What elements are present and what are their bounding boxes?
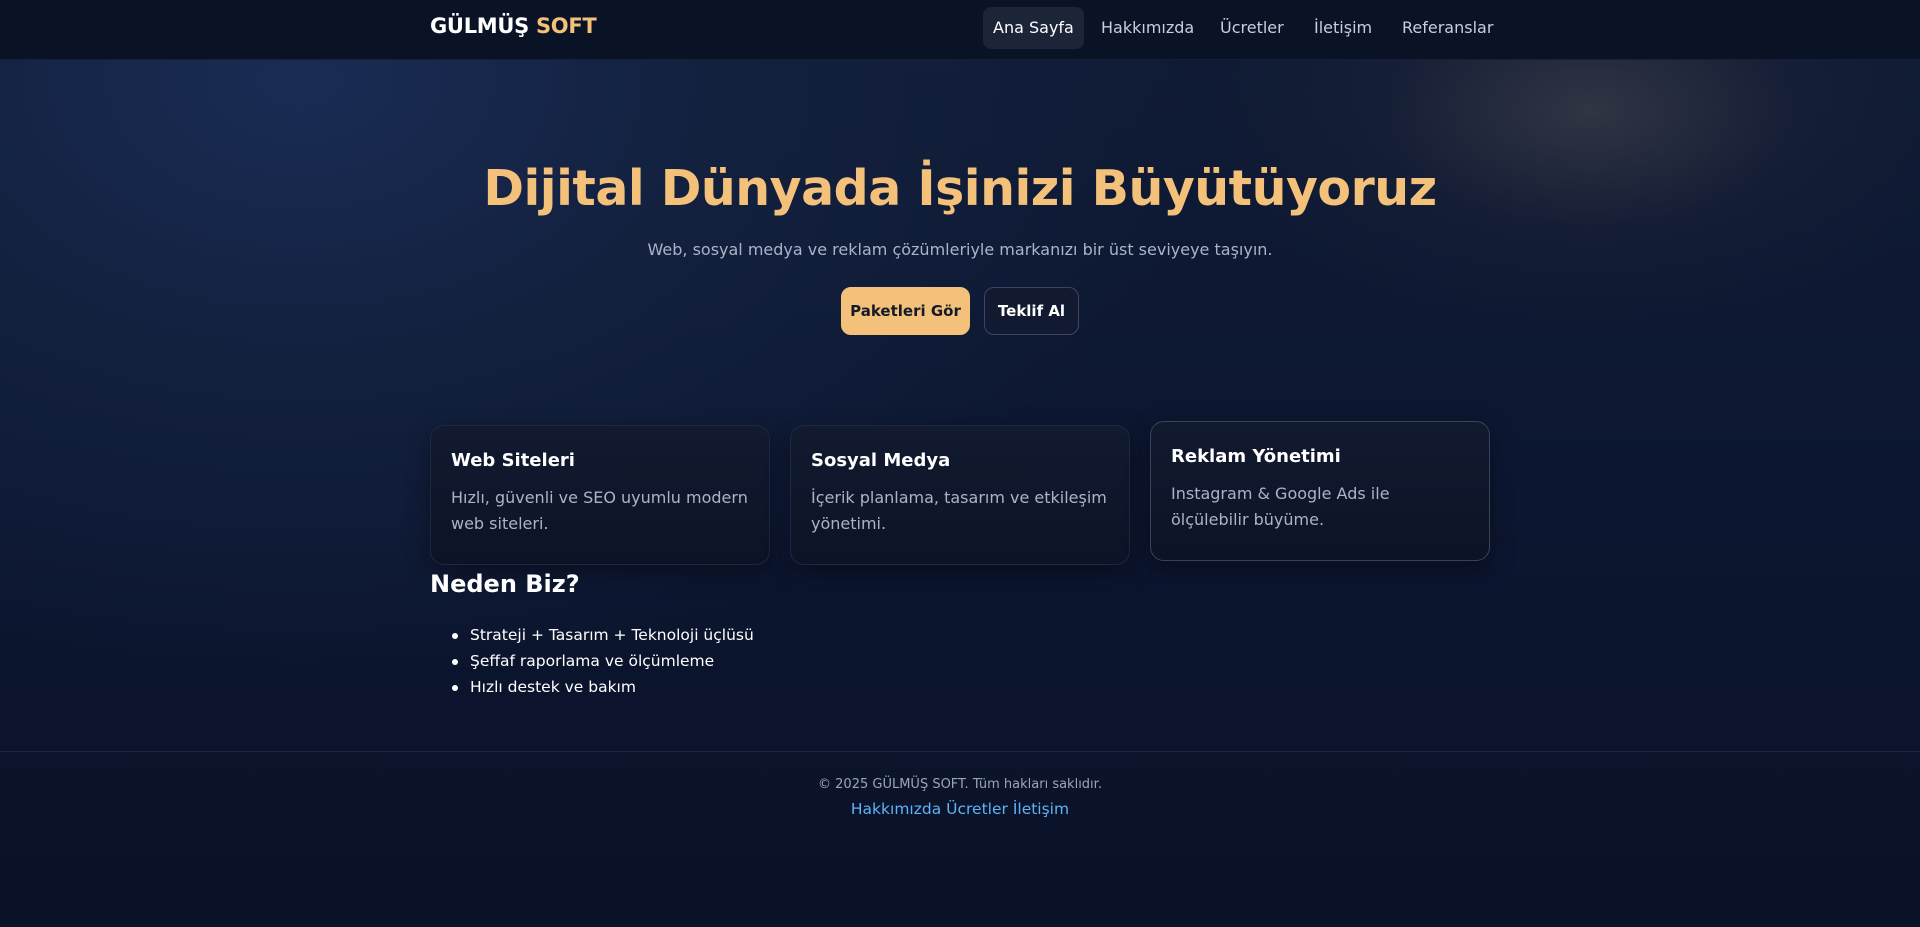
service-card-ads[interactable]: Reklam Yönetimi Instagram & Google Ads i… [1150, 421, 1490, 561]
service-card-social[interactable]: Sosyal Medya İçerik planlama, tasarım ve… [790, 425, 1130, 565]
nav-item-references[interactable]: Referanslar [1392, 7, 1503, 49]
main-nav: Ana Sayfa Hakkımızda Ücretler İletişim R… [0, 7, 1920, 49]
footer-link-pricing[interactable]: Ücretler [946, 800, 1008, 818]
list-item: Şeffaf raporlama ve ölçümleme [452, 648, 754, 674]
card-description: Hızlı, güvenli ve SEO uyumlu modern web … [451, 488, 748, 533]
card-description: Instagram & Google Ads ile ölçülebilir b… [1171, 484, 1390, 529]
nav-item-pricing[interactable]: Ücretler [1210, 7, 1294, 49]
nav-item-home[interactable]: Ana Sayfa [983, 7, 1084, 49]
card-description: İçerik planlama, tasarım ve etkileşim yö… [811, 488, 1107, 533]
footer-link-about[interactable]: Hakkımızda [851, 800, 941, 818]
why-us-heading: Neden Biz? [430, 570, 580, 598]
footer-links: Hakkımızda Ücretler İletişim [0, 800, 1920, 818]
card-title: Web Siteleri [451, 450, 575, 471]
hero-title: Dijital Dünyada İşinizi Büyütüyoruz [483, 160, 1437, 217]
nav-item-about[interactable]: Hakkımızda [1091, 7, 1204, 49]
list-item: Strateji + Tasarım + Teknoloji üçlüsü [452, 622, 754, 648]
hero-subtitle: Web, sosyal medya ve reklam çözümleriyle… [647, 240, 1273, 259]
footer-link-contact[interactable]: İletişim [1013, 800, 1069, 818]
footer-copyright: © 2025 GÜLMÜŞ SOFT. Tüm hakları saklıdır… [818, 777, 1102, 792]
list-item: Hızlı destek ve bakım [452, 674, 754, 700]
card-title: Reklam Yönetimi [1171, 446, 1341, 467]
nav-item-contact[interactable]: İletişim [1304, 7, 1382, 49]
why-us-list: Strateji + Tasarım + Teknoloji üçlüsü Şe… [452, 622, 754, 700]
get-quote-button[interactable]: Teklif Al [984, 287, 1079, 335]
footer-divider [0, 751, 1920, 752]
card-title: Sosyal Medya [811, 450, 951, 471]
service-card-web[interactable]: Web Siteleri Hızlı, güvenli ve SEO uyuml… [430, 425, 770, 565]
view-packages-button[interactable]: Paketleri Gör [841, 287, 970, 335]
top-navbar: GÜLMÜŞ SOFT Ana Sayfa Hakkımızda Ücretle… [0, 0, 1920, 60]
